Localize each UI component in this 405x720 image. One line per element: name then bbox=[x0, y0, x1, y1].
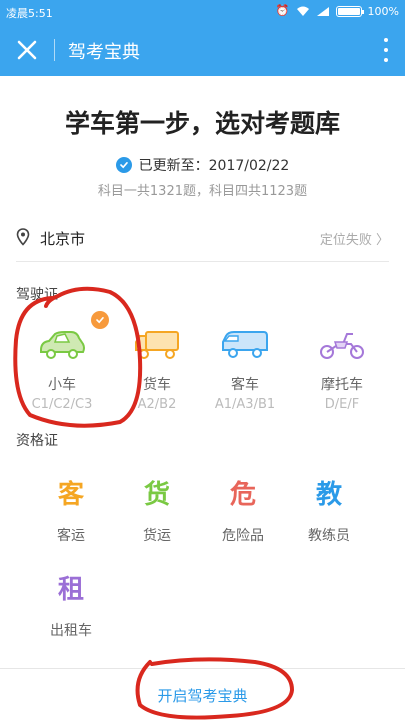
status-bar: 凌晨5:51 ⏰ 100% bbox=[0, 0, 405, 24]
app-bar-divider bbox=[54, 39, 55, 61]
signal-icon bbox=[316, 6, 329, 16]
license-option-truck[interactable]: 货车 A2/B2 bbox=[112, 330, 202, 412]
passenger-icon: 客 bbox=[57, 480, 84, 510]
license-section-label: 驾驶证 bbox=[16, 287, 58, 303]
qualification-instructor[interactable]: 教 教练员 bbox=[284, 474, 374, 545]
freight-icon: 货 bbox=[143, 480, 170, 510]
license-codes: A2/B2 bbox=[137, 397, 177, 412]
page-headline: 学车第一步，选对考题库 bbox=[64, 109, 340, 138]
instructor-icon: 教 bbox=[315, 480, 342, 510]
alarm-icon: ⏰ bbox=[275, 4, 290, 17]
license-codes: C1/C2/C3 bbox=[31, 397, 93, 412]
chevron-right-icon: 〉 bbox=[375, 233, 389, 248]
close-icon[interactable] bbox=[14, 37, 40, 63]
selected-check-icon bbox=[91, 311, 109, 329]
app-bar: 驾考宝典 bbox=[0, 24, 405, 76]
city-name: 北京市 bbox=[40, 230, 86, 248]
license-name: 小车 bbox=[48, 377, 76, 393]
qualification-freight[interactable]: 货 货运 bbox=[112, 474, 202, 545]
bus-icon bbox=[222, 331, 268, 358]
status-icons: ⏰ 100% bbox=[276, 4, 399, 18]
license-name: 货车 bbox=[143, 377, 171, 393]
location-status[interactable]: 定位失败 〉 bbox=[320, 229, 389, 248]
license-codes: A1/A3/B1 bbox=[214, 397, 276, 412]
battery-percent: 100% bbox=[367, 4, 399, 18]
bottom-bar: 开启驾考宝典 bbox=[0, 668, 405, 720]
license-name: 摩托车 bbox=[321, 377, 363, 393]
truck-icon bbox=[135, 331, 179, 359]
question-counts: 科目一共1321题，科目四共1123题 bbox=[97, 184, 308, 199]
car-icon bbox=[40, 331, 85, 359]
hazardous-icon: 危 bbox=[229, 480, 256, 510]
qualification-name: 危险品 bbox=[222, 528, 264, 544]
battery-icon bbox=[335, 5, 364, 17]
qualification-taxi[interactable]: 租 出租车 bbox=[26, 569, 116, 640]
license-option-bus[interactable]: 客车 A1/A3/B1 bbox=[200, 330, 290, 412]
location-pin-icon bbox=[16, 228, 30, 246]
qualification-name: 货运 bbox=[143, 528, 171, 544]
qualification-name: 教练员 bbox=[308, 528, 350, 544]
update-info: 已更新至：2017/02/22 bbox=[0, 155, 405, 175]
motorcycle-icon bbox=[320, 333, 364, 359]
update-text: 已更新至：2017/02/22 bbox=[138, 158, 290, 174]
qualification-name: 客运 bbox=[57, 528, 85, 544]
location-row[interactable]: 北京市 定位失败 〉 bbox=[16, 222, 389, 262]
qualification-hazardous[interactable]: 危 危险品 bbox=[198, 474, 288, 545]
taxi-icon: 租 bbox=[57, 575, 84, 605]
check-icon bbox=[115, 157, 132, 173]
status-time: 凌晨5:51 bbox=[6, 7, 53, 20]
qualification-section-label: 资格证 bbox=[16, 433, 58, 449]
wifi-icon bbox=[296, 6, 309, 16]
more-options-icon[interactable] bbox=[383, 38, 389, 62]
qualification-passenger[interactable]: 客 客运 bbox=[26, 474, 116, 545]
license-name: 客车 bbox=[231, 377, 259, 393]
license-option-motorcycle[interactable]: 摩托车 D/E/F bbox=[297, 330, 387, 412]
license-option-car[interactable]: 小车 C1/C2/C3 bbox=[17, 330, 107, 412]
license-codes: D/E/F bbox=[324, 397, 360, 412]
qualification-name: 出租车 bbox=[50, 623, 92, 639]
app-title: 驾考宝典 bbox=[68, 42, 140, 63]
start-button[interactable]: 开启驾考宝典 bbox=[0, 685, 405, 706]
